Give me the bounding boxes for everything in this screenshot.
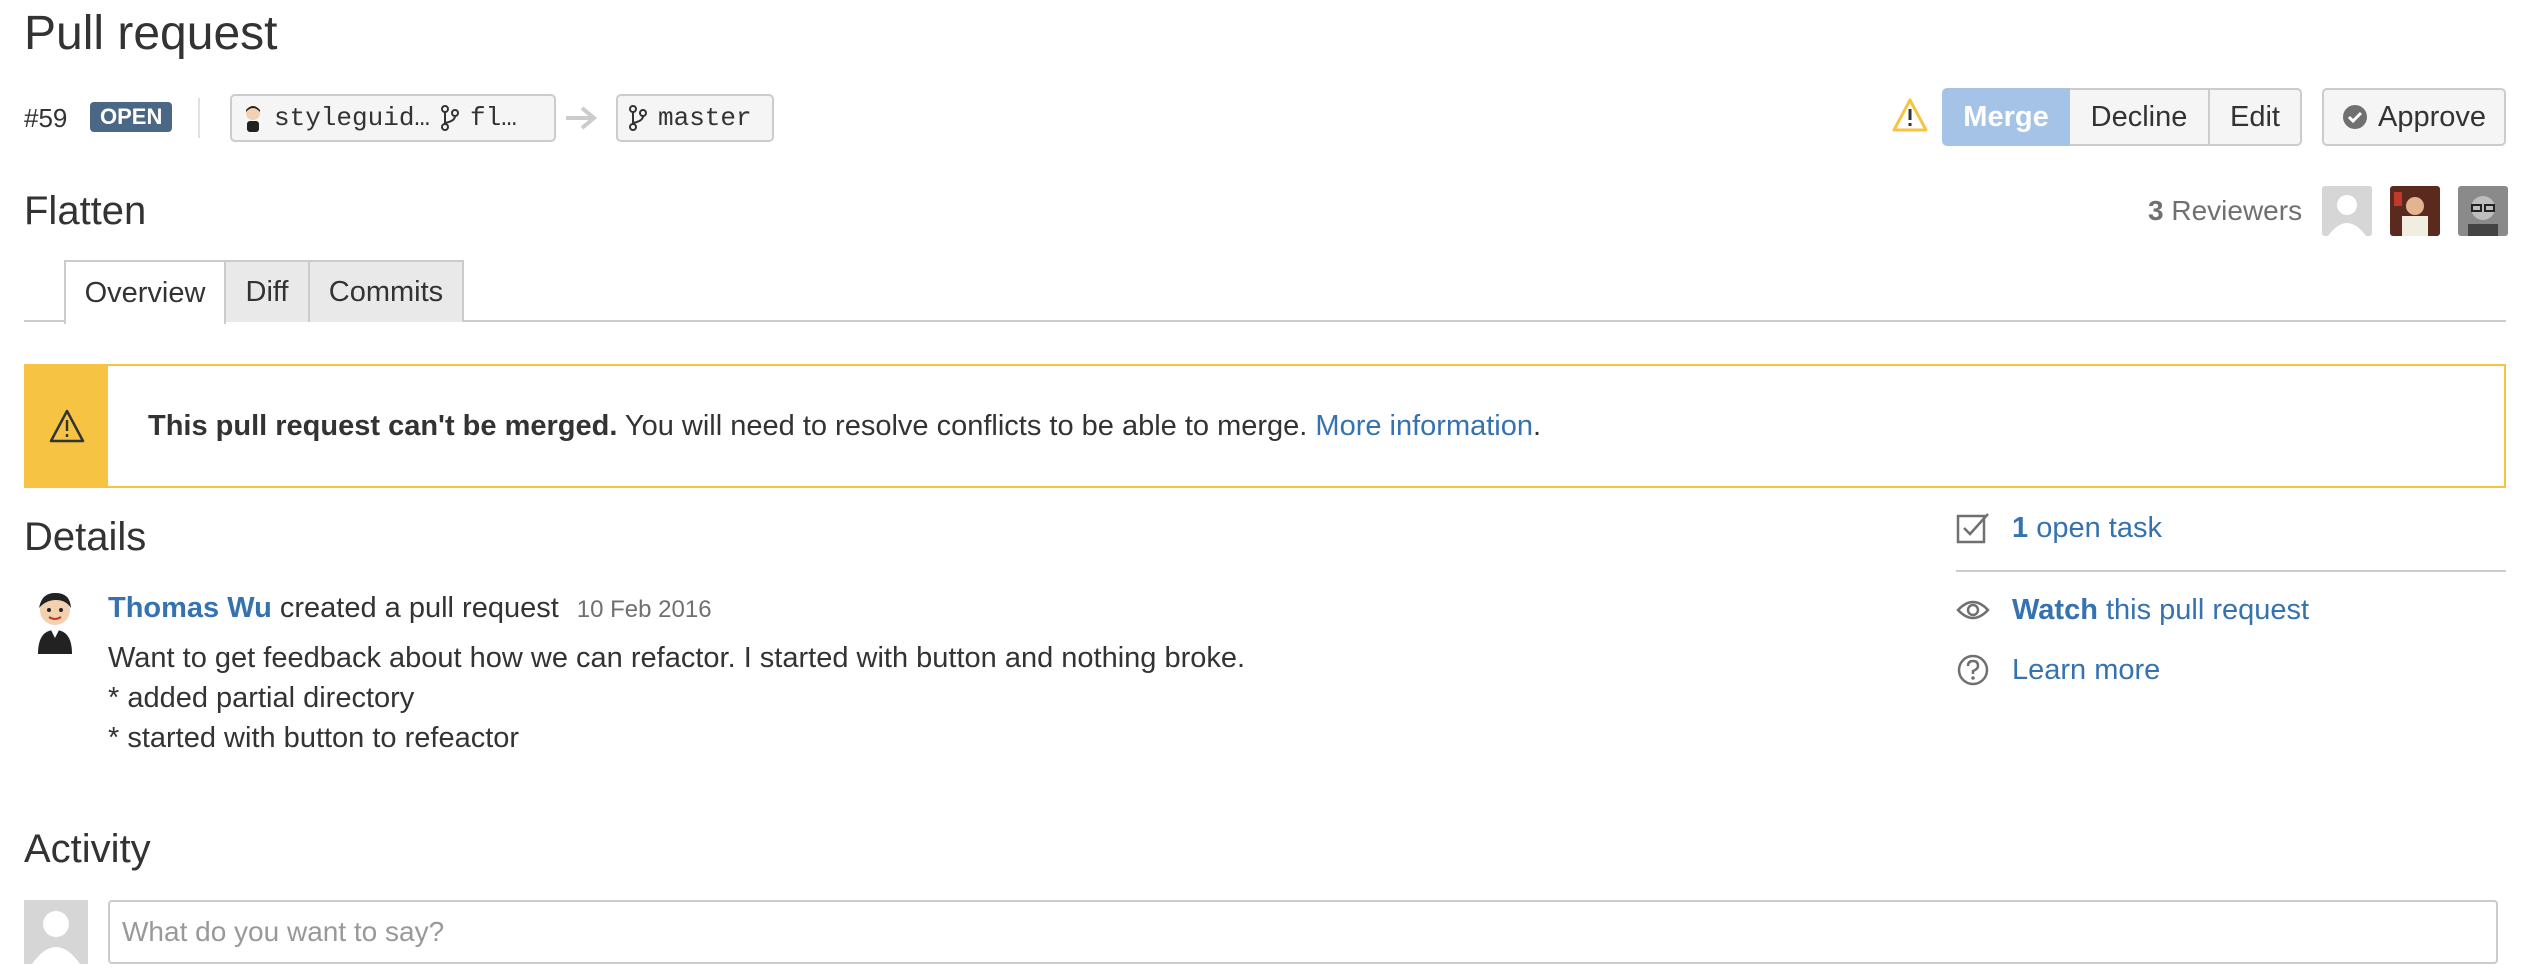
more-information-link[interactable]: More information [1315, 410, 1533, 442]
help-icon [1956, 653, 1990, 687]
divider [198, 98, 200, 138]
pull-request-page: Pull request #59 OPEN styleguid… fl… mas… [0, 0, 2536, 978]
tab-commits[interactable]: Commits [308, 260, 464, 322]
current-user-avatar [24, 900, 88, 964]
source-branch[interactable]: styleguid… fl… [230, 94, 556, 142]
merge-conflict-alert: This pull request can't be merged. You w… [24, 364, 2506, 488]
alert-bold-text: This pull request can't be merged. [148, 410, 618, 442]
tasks-count: 1 [2012, 512, 2029, 544]
alert-message: This pull request can't be merged. You w… [148, 408, 1541, 444]
default-avatar-icon [24, 900, 88, 964]
tab-overview[interactable]: Overview [64, 260, 226, 324]
tab-diff[interactable]: Diff [224, 260, 310, 322]
pr-number: #59 [24, 103, 68, 133]
eye-icon [1956, 598, 1990, 622]
status-badge: OPEN [90, 102, 173, 132]
description-line: * started with button to refeactor [108, 722, 520, 754]
open-tasks-link[interactable]: 1 open task [1956, 510, 2162, 546]
check-circle-icon [2342, 104, 2368, 130]
description-line: Want to get feedback about how we can re… [108, 642, 1246, 674]
arrow-right-icon [564, 104, 598, 137]
reviewer-photo-icon [2390, 186, 2440, 236]
user-avatar-icon [242, 104, 264, 132]
branch-icon [440, 105, 460, 131]
details-heading: Details [24, 515, 147, 559]
approve-button[interactable]: Approve [2322, 88, 2506, 146]
page-title: Pull request [24, 7, 278, 60]
activity-action: created a pull request [271, 592, 559, 624]
alert-body-text: You will need to resolve conflicts to be… [617, 410, 1316, 442]
alert-end: . [1533, 410, 1542, 442]
activity-header: Thomas Wu created a pull request 10 Feb 2… [108, 590, 712, 628]
source-branch-label: fl… [470, 103, 517, 133]
author-link[interactable]: Thomas Wu [108, 592, 272, 624]
watch-link[interactable]: Watch this pull request [1956, 592, 2309, 628]
warning-icon [49, 409, 85, 443]
approve-label: Approve [2377, 100, 2486, 133]
sidebar-divider [1956, 570, 2506, 572]
default-avatar-icon [2322, 186, 2372, 236]
pr-action-buttons: Merge Decline Edit [1942, 88, 2302, 146]
alert-sidebar [26, 366, 108, 486]
description-line: * added partial directory [108, 682, 415, 714]
learn-more-label: Learn more [2012, 654, 2161, 686]
source-repo-label: styleguid… [274, 103, 431, 133]
watch-label: this pull request [2097, 594, 2310, 626]
watch-bold: Watch [2012, 594, 2098, 626]
warning-icon [1892, 98, 1928, 137]
activity-date: 10 Feb 2016 [576, 596, 712, 623]
edit-button[interactable]: Edit [2210, 88, 2302, 146]
branch-icon [628, 105, 648, 131]
checkbox-icon [1956, 511, 1990, 545]
author-avatar-icon [38, 592, 72, 654]
author-avatar[interactable] [30, 588, 80, 654]
target-branch[interactable]: master [616, 94, 774, 142]
learn-more-link[interactable]: Learn more [1956, 652, 2160, 688]
comment-input[interactable] [108, 900, 2498, 964]
reviewers-count: 3 [2148, 195, 2164, 226]
reviewers-label: Reviewers [2171, 195, 2303, 226]
tasks-label: open task [2028, 512, 2162, 544]
pr-title: Flatten [24, 189, 147, 233]
reviewer-avatar[interactable] [2390, 186, 2440, 236]
activity-heading: Activity [24, 827, 151, 871]
reviewer-avatar[interactable] [2322, 186, 2372, 236]
reviewer-photo-icon [2458, 186, 2508, 236]
reviewers-summary: 3 Reviewers [2148, 194, 2302, 228]
reviewer-avatar[interactable] [2458, 186, 2508, 236]
decline-button[interactable]: Decline [2070, 88, 2210, 146]
target-branch-label: master [658, 103, 752, 133]
merge-button[interactable]: Merge [1942, 88, 2070, 146]
